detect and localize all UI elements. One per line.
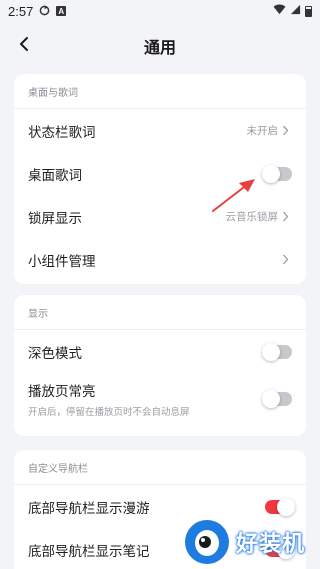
dark-mode-toggle[interactable] [262,342,292,361]
widget-management-row[interactable]: 小组件管理 [14,238,306,281]
widget-management-label: 小组件管理 [28,253,96,270]
toggle-knob [262,342,280,361]
status-bar-lyrics-row[interactable]: 状态栏歌词 未开启 [14,109,306,152]
chevron-right-icon [282,125,292,137]
back-button[interactable] [8,30,40,62]
dark-mode-row: 深色模式 [14,330,306,373]
keep-awake-label: 播放页常亮 [28,384,96,400]
watermark-logo-icon [182,517,232,567]
watermark-text: 好装机 [236,532,306,557]
chevron-right-icon [282,211,292,223]
lock-screen-row[interactable]: 锁屏显示 云音乐锁屏 [14,195,306,238]
toggle-knob [262,164,280,183]
dark-mode-label: 深色模式 [28,345,82,362]
keep-awake-description: 开启后，停留在播放页时不会自动息屏 [28,407,190,418]
desktop-lyrics-toggle[interactable] [262,164,292,183]
sync-icon [39,5,50,18]
status-bar-lyrics-value: 未开启 [246,125,279,137]
status-bar-lyrics-label: 状态栏歌词 [28,124,96,141]
status-bar: 2:57 A [0,0,320,22]
chevron-right-icon [282,254,292,266]
wifi-icon [273,4,286,19]
section-title-desktop: 桌面与歌词 [28,87,78,99]
toggle-knob [277,497,295,516]
annotation-arrow [212,179,255,212]
desktop-lyrics-card: 桌面与歌词 状态栏歌词 未开启 桌面歌词 锁屏显示 云音乐锁屏 小组件管理 [14,74,306,284]
keep-awake-row: 播放页常亮 开启后，停留在播放页时不会自动息屏 [14,373,306,425]
battery-icon [305,5,312,17]
section-title-nav: 自定义导航栏 [28,463,88,475]
top-bar: 通用 [0,28,320,64]
a-badge-icon: A [56,6,67,16]
status-time: 2:57 [8,3,34,19]
signal-icon [290,4,301,19]
watermark: 好装机 [182,516,318,568]
show-roam-label: 底部导航栏显示漫游 [28,500,150,517]
lock-screen-label: 锁屏显示 [28,210,82,227]
section-title-display: 显示 [28,308,48,320]
chevron-left-icon [18,36,30,56]
page-title: 通用 [143,38,176,57]
show-roam-toggle[interactable] [265,497,295,516]
keep-awake-toggle[interactable] [262,390,292,408]
display-card: 显示 深色模式 播放页常亮 开启后，停留在播放页时不会自动息屏 [14,295,306,436]
toggle-knob [262,390,280,408]
desktop-lyrics-row: 桌面歌词 [14,152,306,195]
